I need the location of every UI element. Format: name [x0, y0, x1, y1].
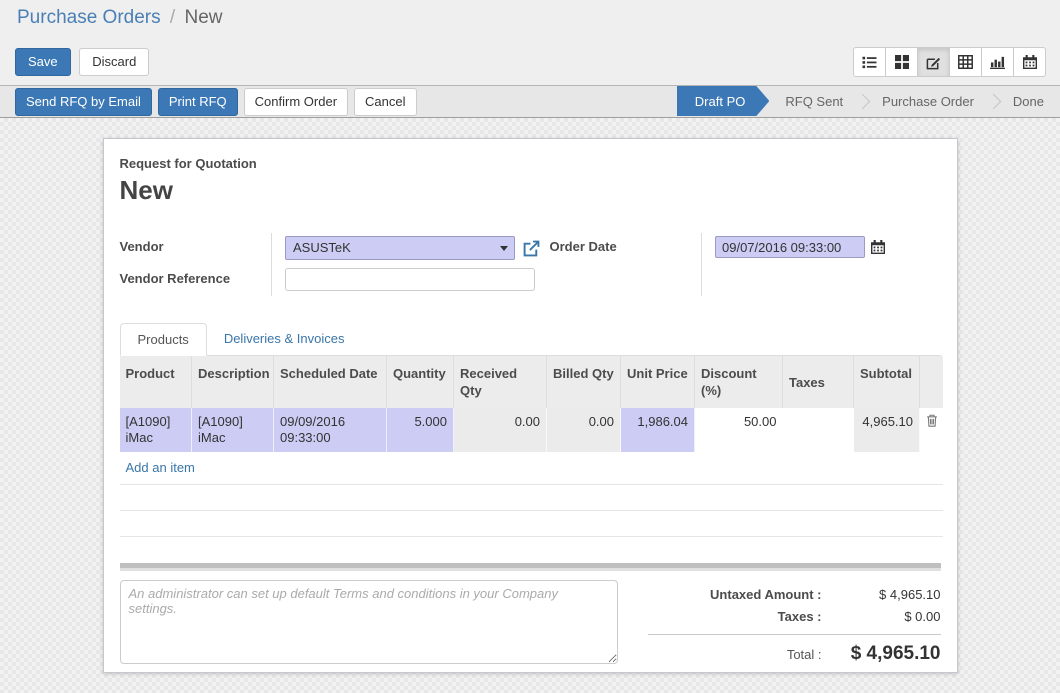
add-item-row: Add an item: [120, 452, 943, 485]
add-an-item-link[interactable]: Add an item: [126, 460, 195, 475]
step-rfq-sent[interactable]: RFQ Sent: [769, 86, 859, 116]
graph-view-button[interactable]: [981, 47, 1014, 77]
graph-view-icon: [990, 55, 1005, 69]
horizontal-scrollbar[interactable]: [120, 563, 941, 571]
tab-deliveries-invoices[interactable]: Deliveries & Invoices: [207, 323, 362, 355]
totals-panel: Untaxed Amount : $ 4,965.10 Taxes : $ 0.…: [648, 580, 941, 672]
cancel-button[interactable]: Cancel: [354, 88, 416, 116]
total-label: Total :: [648, 647, 836, 662]
cell-taxes[interactable]: [783, 408, 854, 452]
column-header-subtotal: Subtotal: [854, 356, 920, 408]
pivot-view-button[interactable]: [949, 47, 982, 77]
save-button[interactable]: Save: [15, 48, 71, 76]
terms-and-conditions-textarea[interactable]: [120, 580, 618, 664]
table-row[interactable]: [A1090] iMac [A1090] iMac 09/09/2016 09:…: [120, 408, 943, 452]
breadcrumb-separator: /: [166, 7, 179, 28]
taxes-label: Taxes :: [648, 609, 836, 624]
total-value: $ 4,965.10: [836, 643, 941, 665]
vendor-label: Vendor: [120, 233, 272, 265]
cell-scheduled-date[interactable]: 09/09/2016 09:33:00: [274, 408, 387, 452]
cell-description[interactable]: [A1090] iMac: [192, 408, 274, 452]
list-view-button[interactable]: [853, 47, 886, 77]
confirm-order-button[interactable]: Confirm Order: [244, 88, 348, 116]
calendar-icon[interactable]: [871, 240, 885, 254]
form-view-icon: [926, 55, 941, 70]
cell-received-qty: 0.00: [454, 408, 547, 452]
column-header-description: Description: [192, 356, 274, 408]
column-header-delete: [920, 356, 943, 408]
cell-quantity[interactable]: 5.000: [387, 408, 454, 452]
sheet-subtitle: Request for Quotation: [120, 156, 941, 171]
order-lines-table: Product Description Scheduled Date Quant…: [120, 356, 943, 563]
column-header-taxes: Taxes: [783, 356, 854, 408]
cell-unit-price[interactable]: 1,986.04: [621, 408, 695, 452]
totals-separator: [648, 634, 941, 635]
step-draft-po[interactable]: Draft PO: [677, 86, 770, 116]
cell-discount[interactable]: 50.00: [695, 408, 783, 452]
print-rfq-button[interactable]: Print RFQ: [158, 88, 238, 116]
status-steps: Draft PO RFQ Sent Purchase Order Done: [677, 86, 1060, 116]
discard-button[interactable]: Discard: [79, 48, 149, 76]
page-title: New: [120, 175, 941, 206]
untaxed-amount-label: Untaxed Amount :: [648, 587, 836, 602]
top-bar: Purchase Orders / New Save Discard: [0, 0, 1060, 86]
cell-billed-qty: 0.00: [547, 408, 621, 452]
delete-row-button[interactable]: [920, 408, 943, 452]
vendor-select-value: ASUSTeK: [293, 240, 351, 255]
calendar-view-icon: [1023, 55, 1037, 69]
calendar-view-button[interactable]: [1013, 47, 1046, 77]
form-sheet: Request for Quotation New Vendor ASUSTeK: [103, 138, 958, 673]
form-fields: Vendor ASUSTeK: [120, 233, 941, 296]
content-area: Request for Quotation New Vendor ASUSTeK: [0, 118, 1060, 693]
cell-subtotal: 4,965.10: [854, 408, 920, 452]
external-link-icon[interactable]: [523, 240, 540, 257]
column-header-product: Product: [120, 356, 192, 408]
record-actions: Save Discard: [15, 48, 154, 76]
order-date-label: Order Date: [550, 233, 702, 296]
status-bar: Send RFQ by Email Print RFQ Confirm Orde…: [0, 86, 1060, 118]
vendor-reference-label: Vendor Reference: [120, 265, 272, 296]
column-header-scheduled-date: Scheduled Date: [274, 356, 387, 408]
step-purchase-order[interactable]: Purchase Order: [866, 86, 990, 116]
table-header-row: Product Description Scheduled Date Quant…: [120, 356, 943, 408]
empty-row: [120, 485, 943, 511]
breadcrumb-current: New: [184, 7, 222, 28]
vendor-select[interactable]: ASUSTeK: [285, 236, 515, 260]
column-header-unit-price: Unit Price: [621, 356, 695, 408]
untaxed-amount-value: $ 4,965.10: [836, 587, 941, 602]
breadcrumb-parent-link[interactable]: Purchase Orders: [17, 7, 161, 28]
column-header-discount: Discount (%): [695, 356, 783, 408]
kanban-view-button[interactable]: [885, 47, 918, 77]
vendor-reference-input[interactable]: [285, 268, 535, 291]
chevron-down-icon: [500, 246, 508, 251]
empty-row: [120, 537, 943, 563]
order-date-input[interactable]: [715, 236, 865, 258]
breadcrumb: Purchase Orders / New: [17, 7, 222, 29]
form-view-button[interactable]: [917, 47, 950, 77]
taxes-value: $ 0.00: [836, 609, 941, 624]
pivot-view-icon: [958, 55, 973, 69]
view-switcher: [853, 47, 1046, 77]
list-view-icon: [862, 55, 877, 69]
send-rfq-by-email-button[interactable]: Send RFQ by Email: [15, 88, 152, 116]
cell-product[interactable]: [A1090] iMac: [120, 408, 192, 452]
column-header-billed-qty: Billed Qty: [547, 356, 621, 408]
empty-row: [120, 511, 943, 537]
notebook-tabs: Products Deliveries & Invoices: [120, 323, 941, 356]
column-header-quantity: Quantity: [387, 356, 454, 408]
step-done[interactable]: Done: [997, 86, 1060, 116]
column-header-received-qty: Received Qty: [454, 356, 547, 408]
tab-products[interactable]: Products: [120, 323, 207, 356]
kanban-view-icon: [895, 55, 909, 69]
trash-icon: [926, 415, 938, 430]
